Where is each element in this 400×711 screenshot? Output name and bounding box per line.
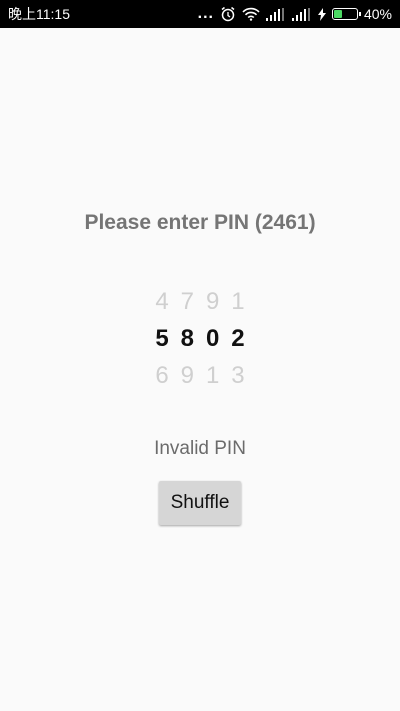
digit-wheel-2-selected[interactable]: 8 xyxy=(175,325,199,353)
lightning-bolt-icon xyxy=(317,7,326,21)
pin-picker: 4 7 9 1 5 8 0 2 6 9 1 3 xyxy=(150,283,250,394)
battery-icon xyxy=(331,8,361,20)
digit-wheel-1-selected[interactable]: 5 xyxy=(150,325,174,353)
battery-level xyxy=(333,10,342,18)
digit-wheel-4-below[interactable]: 3 xyxy=(226,362,250,390)
picker-row-selected: 5 8 0 2 xyxy=(150,320,250,357)
alarm-clock-icon xyxy=(220,6,236,22)
picker-row-above: 4 7 9 1 xyxy=(150,283,250,320)
more-notifications-icon: ... xyxy=(197,5,214,22)
cell-signal-icon xyxy=(265,7,286,21)
status-time: 晚上11:15 xyxy=(8,6,70,22)
battery-percent: 40% xyxy=(363,6,392,22)
wifi-icon xyxy=(242,7,260,21)
status-bar: 晚上11:15 ... 40% xyxy=(0,0,400,28)
digit-wheel-2-below[interactable]: 9 xyxy=(175,362,199,390)
cell-signal-icon-2 xyxy=(291,7,312,21)
digit-wheel-4-selected[interactable]: 2 xyxy=(226,325,250,353)
picker-row-below: 6 9 1 3 xyxy=(150,357,250,394)
digit-wheel-3-selected[interactable]: 0 xyxy=(201,325,225,353)
digit-wheel-3-above[interactable]: 9 xyxy=(201,288,225,316)
digit-wheel-2-above[interactable]: 7 xyxy=(175,288,199,316)
digit-wheel-1-above[interactable]: 4 xyxy=(150,288,174,316)
pin-status-message: Invalid PIN xyxy=(154,438,246,459)
pin-prompt: Please enter PIN (2461) xyxy=(84,211,316,234)
shuffle-button[interactable]: Shuffle xyxy=(159,481,241,525)
digit-wheel-3-below[interactable]: 1 xyxy=(201,362,225,390)
digit-wheel-1-below[interactable]: 6 xyxy=(150,362,174,390)
digit-wheel-4-above[interactable]: 1 xyxy=(226,288,250,316)
pin-screen: Please enter PIN (2461) 4 7 9 1 5 8 0 2 … xyxy=(0,28,400,711)
